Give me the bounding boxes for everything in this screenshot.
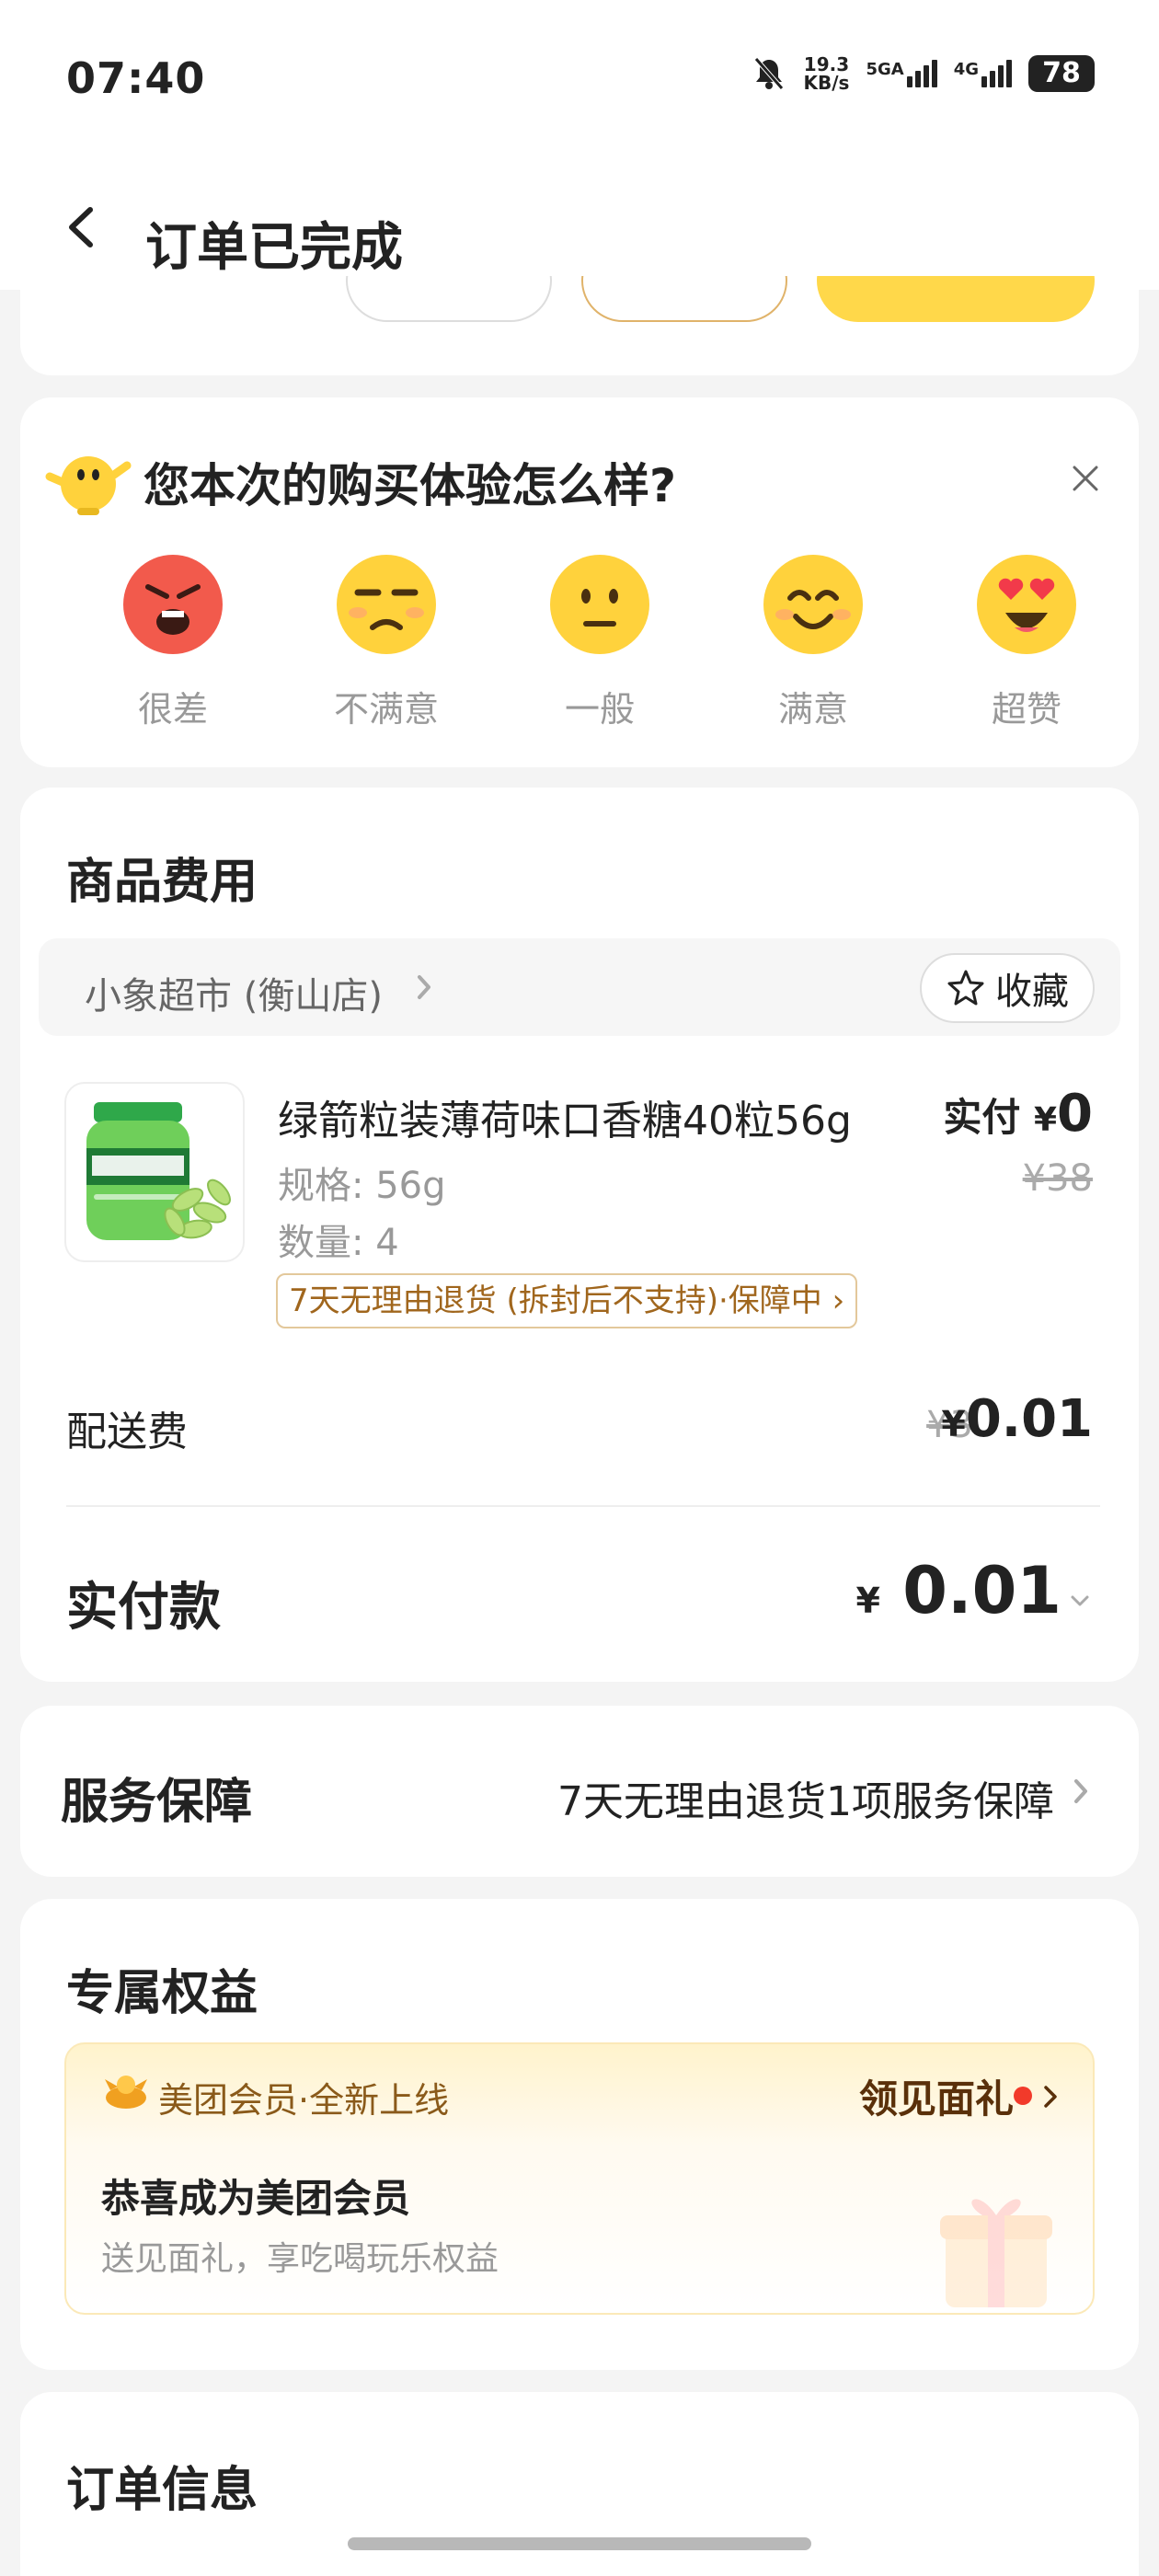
star-outline-icon [947,970,984,1006]
page-title: 订单已完成 [145,218,403,278]
return-policy-tag[interactable]: 7天无理由退货 (拆封后不支持)·保障中 › [276,1273,858,1328]
smiling-face-icon [763,555,863,654]
product-paid: 实付 ¥0 [943,1084,1093,1144]
feedback-question: 您本次的购买体验怎么样? [143,459,677,512]
store-bar[interactable]: 小象超市 (衡山店) 收藏 [39,938,1120,1036]
status-time: 07:40 [66,53,206,103]
primary-action-button[interactable] [817,276,1095,322]
rating-option-very-bad[interactable]: 很差 [99,554,247,731]
signal-4g-icon: 4G [954,60,1012,87]
meituan-member-logo-icon [105,2076,147,2109]
service-guarantee-card[interactable]: 服务保障 7天无理由退货1项服务保障 [20,1706,1139,1877]
shipping-label: 配送费 [66,1409,188,1455]
status-bar: 07:40 19.3 KB/s 5GA 4G 78 [0,0,1159,156]
product-spec: 规格: 56g [278,1165,446,1207]
chevron-right-icon [418,975,430,999]
product-original-price: ¥38 [1022,1157,1093,1200]
home-indicator[interactable] [348,2537,811,2550]
status-icons: 19.3 KB/s 5GA 4G 78 [751,53,1095,94]
mute-bell-icon [753,57,784,90]
angry-face-icon [123,555,223,654]
member-title: 恭喜成为美团会员 [101,2176,411,2221]
service-value: 7天无理由退货1项服务保障 [557,1778,1054,1825]
action-button[interactable] [346,276,552,322]
chevron-right-icon [1044,2086,1057,2108]
chevron-down-icon[interactable] [1067,1588,1093,1614]
heart-eyes-face-icon [977,555,1076,654]
rating-option-unsatisfied[interactable]: 不满意 [313,554,460,731]
member-banner[interactable]: 美团会员·全新上线 领见面礼 恭喜成为美团会员 送见面礼，享吃喝玩乐权益 [64,2042,1095,2315]
total-label: 实付款 [66,1578,221,1638]
gift-box-icon [940,2199,1052,2307]
member-subtitle: 送见面礼，享吃喝玩乐权益 [101,2240,499,2278]
mascot-icon [45,456,132,515]
notification-dot [1014,2087,1032,2105]
section-title-order-info: 订单信息 [66,2463,258,2518]
neutral-face-icon [550,555,649,654]
store-name[interactable]: 小象超市 (衡山店) [85,966,383,1019]
section-title-benefits: 专属权益 [66,1966,258,2021]
chevron-right-icon [1074,1779,1087,1803]
rating-option-average[interactable]: 一般 [526,554,673,731]
divider [66,1505,1100,1507]
member-brand: 美团会员·全新上线 [158,2080,450,2121]
rating-option-satisfied[interactable]: 满意 [740,554,887,731]
gift-link[interactable]: 领见面礼 [859,2068,1014,2124]
battery-icon: 78 [1028,55,1095,92]
shipping-value: ¥0.01 [941,1389,1093,1449]
product-quantity: 数量: 4 [278,1222,399,1264]
feedback-card: 您本次的购买体验怎么样? 很差 不满意 一般 满意 超赞 [20,397,1139,767]
goods-cost-card: 商品费用 小象超市 (衡山店) 收藏 绿箭粒装薄荷味口香糖40粒56g 规格: … [20,788,1139,1682]
signal-5ga-icon: 5GA [866,60,937,87]
exclusive-benefits-card: 专属权益 美团会员·全新上线 领见面礼 恭喜成为美团会员 送见面礼，享吃喝玩乐权… [20,1899,1139,2370]
top-nav: 订单已完成 [0,156,1159,290]
product-name[interactable]: 绿箭粒装薄荷味口香糖40粒56g [278,1087,940,1146]
unamused-face-icon [337,555,436,654]
close-icon[interactable] [1069,462,1102,495]
order-action-strip [20,276,1139,375]
net-speed: 19.3 KB/s [803,53,850,94]
rating-option-excellent[interactable]: 超赞 [953,554,1100,731]
action-button[interactable] [581,276,787,322]
section-title-goods: 商品费用 [66,855,258,910]
total-value[interactable]: ¥ 0.01 [855,1553,1061,1628]
back-arrow-icon[interactable] [59,204,105,250]
gum-bottle-image [86,1102,231,1240]
rating-options: 很差 不满意 一般 满意 超赞 [20,554,1139,738]
service-title: 服务保障 [61,1775,253,1830]
favorite-button[interactable]: 收藏 [920,953,1095,1023]
product-image[interactable] [64,1082,245,1262]
